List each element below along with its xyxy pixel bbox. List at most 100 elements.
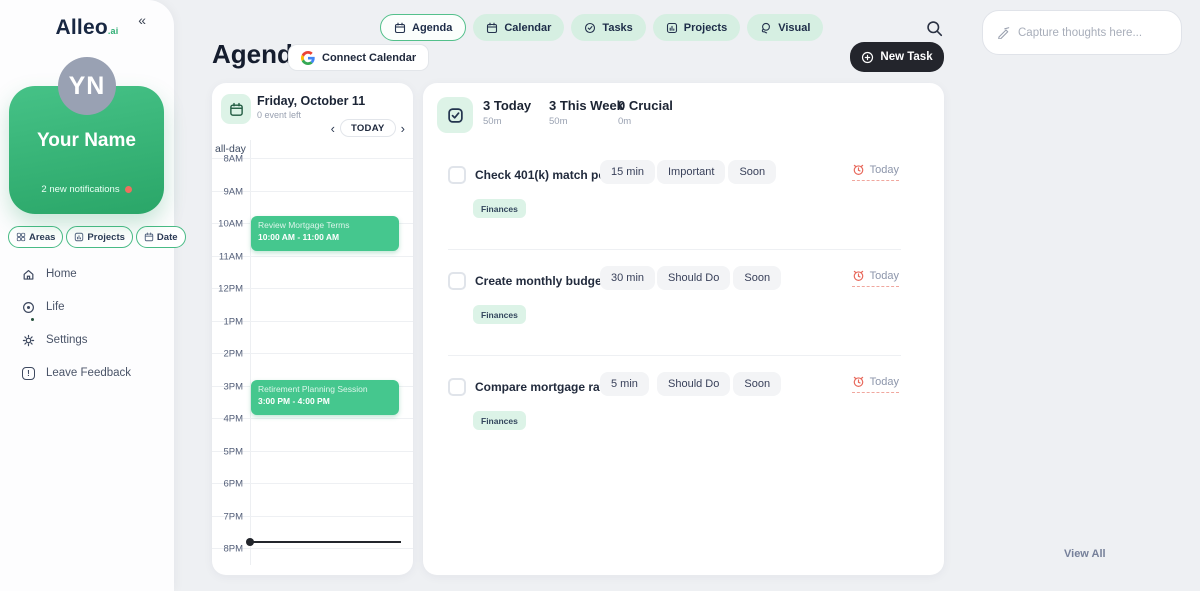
check-circle-icon [584,22,596,34]
task-checkbox[interactable] [448,378,466,396]
hour-label: 2PM [212,349,243,360]
filter-areas[interactable]: Areas [8,226,63,248]
calendar-icon [486,22,498,34]
hour-label: 8AM [212,154,243,165]
task-priority-chip[interactable]: Important [657,160,725,184]
hour-label: 12PM [212,284,243,295]
task-due-badge[interactable]: Today [852,269,899,287]
view-all-link[interactable]: View All [1064,548,1106,560]
calendar-icon [394,22,406,34]
today-button[interactable]: TODAY [340,119,396,137]
task-timing-chip[interactable]: Soon [733,266,781,290]
search-icon [926,20,943,37]
pen-icon [997,26,1010,39]
event-title: Review Mortgage Terms [258,220,392,231]
next-day-chevron-icon[interactable]: › [401,122,405,135]
task-duration-chip[interactable]: 15 min [600,160,655,184]
prev-day-chevron-icon[interactable]: ‹ [331,122,335,135]
life-indicator-dot [31,318,34,321]
task-due-badge[interactable]: Today [852,375,899,393]
task-title: Compare mortgage rates [475,380,617,394]
top-tabs: Agenda Calendar Tasks Projects Visual [380,14,823,41]
hour-label: 10AM [212,219,243,230]
task-timing-chip[interactable]: Soon [728,160,776,184]
tab-projects[interactable]: Projects [653,14,740,41]
calendar-event[interactable]: Review Mortgage Terms 10:00 AM - 11:00 A… [251,216,399,251]
sidebar-item-home[interactable]: Home [0,262,174,286]
capture-thoughts-input[interactable] [1018,27,1167,39]
plus-circle-icon [861,51,874,64]
task-priority-chip[interactable]: Should Do [657,372,730,396]
task-priority-group: Should Do Soon [657,372,781,396]
tasks-panel: 3 Today50m 3 This Week50m 0 Crucial0m Ch… [423,83,944,575]
calendar-date-title: Friday, October 11 [257,94,365,108]
check-square-icon [447,107,464,124]
task-title: Create monthly budget [475,274,606,288]
hour-label: 7PM [212,511,243,522]
avatar[interactable]: YN [58,57,116,115]
feedback-icon: ! [22,367,35,380]
hour-label: 1PM [212,316,243,327]
connect-calendar-button[interactable]: Connect Calendar [288,44,429,71]
lasso-icon [760,22,772,34]
sidebar: Alleo.ai « YN Your Name 2 new notificati… [0,0,174,591]
calendar-panel-icon [221,94,251,124]
logo-text: Alleo [56,16,108,39]
filter-projects[interactable]: Projects [66,226,133,248]
task-row: Check 401(k) match policy 15 min Importa… [448,155,901,250]
task-due-badge[interactable]: Today [852,163,899,181]
notifications-text[interactable]: 2 new notifications [9,184,164,195]
hour-label: 6PM [212,479,243,490]
stat-today: 3 Today50m [483,98,531,127]
user-name: Your Name [9,130,164,152]
task-duration-chip[interactable]: 5 min [600,372,649,396]
filter-date[interactable]: Date [136,226,186,248]
task-tag-finances[interactable]: Finances [473,199,526,218]
event-time: 10:00 AM - 11:00 AM [258,231,392,244]
logo-suffix: .ai [108,26,119,36]
gear-icon [22,334,35,347]
task-tag-finances[interactable]: Finances [473,305,526,324]
grid-icon [16,232,26,242]
stat-this-week: 3 This Week50m [549,98,624,127]
alarm-icon [852,375,865,388]
sidebar-item-leave-feedback[interactable]: !Leave Feedback [0,361,174,385]
tasks-panel-icon [437,97,473,133]
sidebar-nav: Home Life Settings !Leave Feedback [0,262,174,394]
day-time-grid[interactable]: all-day 8AM 9AM 10AM 11AM 12PM 1PM 2PM 3… [212,140,413,565]
alarm-icon [852,269,865,282]
event-title: Retirement Planning Session [258,384,392,395]
current-time-line [250,541,401,543]
task-timing-chip[interactable]: Soon [733,372,781,396]
tab-agenda[interactable]: Agenda [380,14,466,41]
sidebar-collapse-icon[interactable]: « [138,12,146,28]
target-icon [22,301,35,314]
sidebar-item-life[interactable]: Life [0,295,174,319]
sidebar-item-settings[interactable]: Settings [0,328,174,352]
notification-dot-icon [125,186,132,193]
task-row: Create monthly budget 30 min Should Do S… [448,261,901,356]
app-logo: Alleo.ai [0,16,174,40]
hour-label: 3PM [212,381,243,392]
task-tag-finances[interactable]: Finances [473,411,526,430]
calendar-icon [144,232,154,242]
task-duration-chip[interactable]: 30 min [600,266,655,290]
task-checkbox[interactable] [448,272,466,290]
hour-label: 4PM [212,414,243,425]
task-checkbox[interactable] [448,166,466,184]
tab-calendar[interactable]: Calendar [473,14,564,41]
calendar-events-left: 0 event left [257,110,301,120]
event-time: 3:00 PM - 4:00 PM [258,395,392,408]
chart-square-icon [666,22,678,34]
task-priority-chip[interactable]: Should Do [657,266,730,290]
search-button[interactable] [923,17,945,39]
calendar-icon [229,102,244,117]
alarm-icon [852,163,865,176]
new-task-button[interactable]: New Task [850,42,944,72]
tab-tasks[interactable]: Tasks [571,14,645,41]
task-priority-group: Should Do Soon [657,266,781,290]
calendar-event[interactable]: Retirement Planning Session 3:00 PM - 4:… [251,380,399,415]
tab-visual[interactable]: Visual [747,14,823,41]
filter-row: Areas Projects Date [8,226,165,248]
task-row: Compare mortgage rates 5 min Should Do S… [448,367,901,462]
